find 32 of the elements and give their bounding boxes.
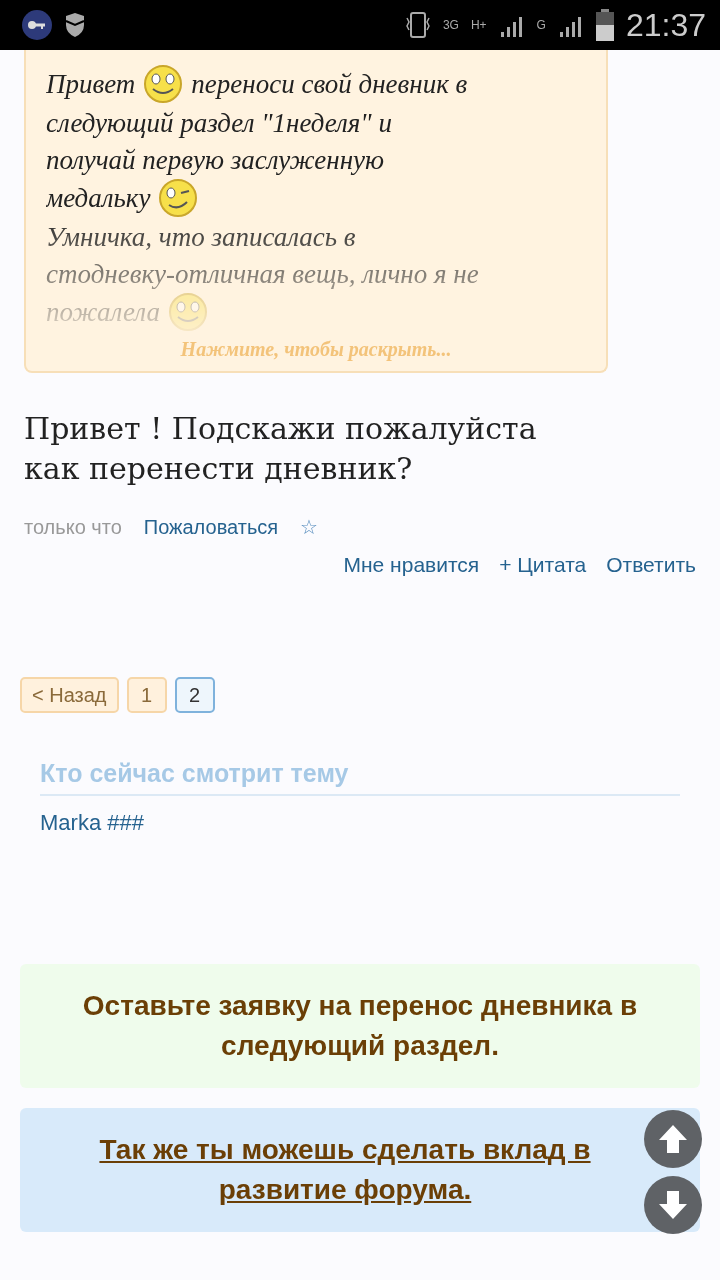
key-icon [22, 10, 52, 40]
banner-text: Оставьте заявку на перенос дневника в следующий раздел. [81, 989, 639, 1063]
page-button[interactable]: 2 [174, 677, 215, 713]
user-link[interactable]: Marka ### [40, 810, 680, 836]
page-button[interactable]: 1 [126, 677, 167, 713]
quote-text: Умничка, что записалась в [46, 220, 356, 254]
quote-text: следующий раздел "1неделя" и [46, 106, 392, 140]
network-type-label: 3G [442, 18, 459, 32]
timestamp: только что [24, 515, 122, 539]
battery-icon [595, 9, 614, 41]
network-type-label: G [536, 18, 546, 32]
bookmark-star[interactable]: ☆ [300, 515, 319, 539]
quote-text: переноси свой дневник в [191, 68, 468, 101]
quote-block[interactable]: Привет переноси свой дневник в следующий раздел "1неделя" и получай первую заслуженную медальку Умничка, что записалась в стодневку-отличная вещь, лично я не пожалела Нажмите, чтобы раскрыть... [24, 50, 608, 373]
action-link[interactable]: Мне нравится [343, 553, 480, 577]
quote-text: пожалела [46, 296, 160, 329]
quote-text: стодневку-отличная вещь, лично я не [46, 257, 479, 291]
action-link[interactable]: + Цитата [499, 553, 587, 577]
banner-link[interactable]: Так же ты можешь сделать вклад в развитие форума. [60, 1130, 630, 1210]
section-heading: Кто сейчас смотрит тему [40, 759, 680, 796]
report-link[interactable]: Пожаловаться [143, 515, 279, 539]
action-link[interactable]: Ответить [606, 553, 696, 577]
link-banner[interactable]: Так же ты можешь сделать вклад в развитие форума. [20, 1108, 700, 1232]
page-button[interactable]: < Назад [20, 677, 119, 713]
quote-text: получай первую заслуженную [46, 143, 385, 177]
quote-text: Привет [46, 68, 136, 101]
message-text: Привет ! Подскажи пожалуйста как перенести дневник? [24, 410, 538, 488]
quote-text: медальку [46, 182, 151, 215]
network-type-label: H+ [470, 18, 487, 32]
shield-icon [64, 13, 86, 37]
clock: 21:37 [625, 6, 706, 44]
vibrate-icon [404, 10, 431, 40]
